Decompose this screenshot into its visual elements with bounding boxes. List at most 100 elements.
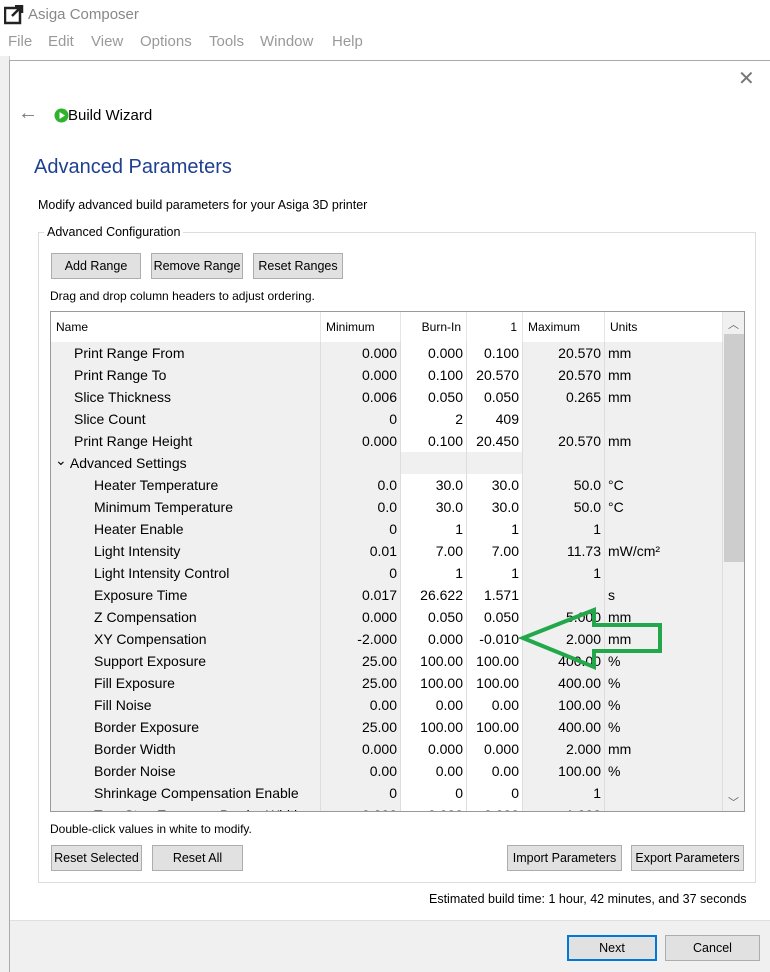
cell-burn[interactable]: 100.00 <box>401 672 467 694</box>
cell-burn[interactable]: 0.000 <box>401 804 467 811</box>
vertical-scrollbar[interactable]: ︿ ﹀ <box>723 312 744 811</box>
cell-burn[interactable]: 100.00 <box>401 650 467 672</box>
scroll-up-icon[interactable]: ︿ <box>728 316 739 332</box>
remove-range-button[interactable]: Remove Range <box>151 253 243 279</box>
cell-burn[interactable]: 0 <box>401 782 467 804</box>
cell-v1[interactable]: 30.0 <box>467 474 523 496</box>
cell-burn[interactable]: 0.00 <box>401 694 467 716</box>
cell-burn[interactable]: 7.00 <box>401 540 467 562</box>
param-label: Shrinkage Compensation Enable <box>94 785 299 801</box>
cell-v1[interactable]: 0.000 <box>467 804 523 811</box>
table-row[interactable]: Fill Exposure 25.00 100.00 100.00 400.00% <box>51 672 723 694</box>
cell-v1[interactable]: 0.050 <box>467 386 523 408</box>
cell-max <box>523 452 605 474</box>
column-header-burn-in[interactable]: Burn-In <box>401 312 467 342</box>
table-row[interactable]: Exposure Time 0.017 26.622 1.571 s <box>51 584 723 606</box>
cell-burn[interactable]: 30.0 <box>401 474 467 496</box>
cell-v1[interactable]: 0.00 <box>467 760 523 782</box>
table-row[interactable]: Print Range Height 0.000 0.100 20.450 20.570… <box>51 430 723 452</box>
cell-burn[interactable]: 0.000 <box>401 628 467 650</box>
chevron-down-icon[interactable]: ⌄ <box>55 452 70 468</box>
reset-all-button[interactable]: Reset All <box>152 845 243 871</box>
menu-file[interactable]: File <box>8 33 32 50</box>
next-button[interactable]: Next <box>567 935 657 961</box>
back-arrow-icon[interactable]: ← <box>18 102 38 125</box>
menu-edit[interactable]: Edit <box>48 33 74 50</box>
cell-burn[interactable]: 1 <box>401 518 467 540</box>
table-row[interactable]: Heater Enable 0 1 1 1 <box>51 518 723 540</box>
add-range-button[interactable]: Add Range <box>51 253 141 279</box>
table-row[interactable]: Light Intensity 0.01 7.00 7.00 11.73 mW/cm² <box>51 540 723 562</box>
table-row[interactable]: Minimum Temperature 0.0 30.0 30.0 50.0 °C <box>51 496 723 518</box>
table-row[interactable]: Heater Temperature 0.0 30.0 30.0 50.0 °C <box>51 474 723 496</box>
menu-tools[interactable]: Tools <box>209 33 244 50</box>
cell-units: mm <box>605 738 723 760</box>
cell-burn[interactable]: 0.000 <box>401 342 467 364</box>
cell-v1[interactable]: 20.570 <box>467 364 523 386</box>
table-row[interactable]: Border Noise 0.00 0.00 0.00 100.00% <box>51 760 723 782</box>
cell-burn[interactable]: 26.622 <box>401 584 467 606</box>
cell-v1[interactable]: 0 <box>467 782 523 804</box>
cell-v1[interactable]: -0.010 <box>467 628 523 650</box>
scroll-down-icon[interactable]: ﹀ <box>728 794 739 810</box>
import-parameters-button[interactable]: Import Parameters <box>507 845 622 871</box>
cell-burn[interactable]: 0.050 <box>401 606 467 628</box>
cell-v1[interactable]: 0.050 <box>467 606 523 628</box>
reset-ranges-button[interactable]: Reset Ranges <box>253 253 343 279</box>
menu-options[interactable]: Options <box>140 33 192 50</box>
menu-help[interactable]: Help <box>332 33 363 50</box>
table-row[interactable]: Print Range To 0.000 0.100 20.570 20.570 mm <box>51 364 723 386</box>
table-row[interactable]: Border Exposure 25.00 100.00 100.00 400.00% <box>51 716 723 738</box>
cell-v1[interactable]: 409 <box>467 408 523 430</box>
close-icon[interactable]: ✕ <box>738 66 755 91</box>
column-header-name[interactable]: Name <box>51 312 321 342</box>
cell-v1[interactable]: 30.0 <box>467 496 523 518</box>
cell-v1[interactable]: 100.00 <box>467 716 523 738</box>
cell-v1[interactable]: 100.00 <box>467 650 523 672</box>
table-row[interactable]: Support Exposure 25.00 100.00 100.00 400.00% <box>51 650 723 672</box>
cell-min: 0 <box>321 782 401 804</box>
cell-v1[interactable]: 100.00 <box>467 672 523 694</box>
table-row[interactable]: Light Intensity Control 0 1 1 1 <box>51 562 723 584</box>
cell-burn[interactable]: 1 <box>401 562 467 584</box>
cell-v1[interactable]: 1 <box>467 518 523 540</box>
column-header-range-1[interactable]: 1 <box>467 312 523 342</box>
cell-v1[interactable]: 7.00 <box>467 540 523 562</box>
table-row[interactable]: Fill Noise 0.00 0.00 0.00 100.00% <box>51 694 723 716</box>
param-label: Print Range Height <box>74 433 193 449</box>
table-row[interactable]: Slice Thickness 0.006 0.050 0.050 0.265 mm <box>51 386 723 408</box>
cell-burn[interactable]: 0.000 <box>401 738 467 760</box>
cell-v1[interactable]: 1 <box>467 562 523 584</box>
export-parameters-button[interactable]: Export Parameters <box>631 845 744 871</box>
cell-burn[interactable]: 0.100 <box>401 364 467 386</box>
table-row[interactable]: ⌄ Advanced Settings <box>51 452 723 474</box>
cell-v1[interactable]: 1.571 <box>467 584 523 606</box>
table-row[interactable]: Z Compensation 0.000 0.050 0.050 5.000 mm <box>51 606 723 628</box>
cell-burn[interactable]: 2 <box>401 408 467 430</box>
cell-v1[interactable]: 20.450 <box>467 430 523 452</box>
cell-v1[interactable]: 0.000 <box>467 738 523 760</box>
table-row[interactable]: Print Range From 0.000 0.000 0.100 20.570 mm <box>51 342 723 364</box>
table-row[interactable]: Border Width 0.000 0.000 0.000 2.000 mm <box>51 738 723 760</box>
reset-selected-button[interactable]: Reset Selected <box>51 845 142 871</box>
cancel-button[interactable]: Cancel <box>665 935 760 961</box>
table-row[interactable]: Shrinkage Compensation Enable 0 0 0 1 <box>51 782 723 804</box>
column-header-units[interactable]: Units <box>605 312 723 342</box>
table-row[interactable]: Two-Step Exposure Border Width0.0000.000… <box>51 804 723 811</box>
scrollbar-thumb[interactable] <box>724 334 744 562</box>
cell-burn[interactable]: 0.050 <box>401 386 467 408</box>
edit-hint: Double-click values in white to modify. <box>50 822 252 836</box>
table-row[interactable]: Slice Count 0 2 409 <box>51 408 723 430</box>
table-row[interactable]: XY Compensation -2.000 0.000 -0.010 2.000 mm <box>51 628 723 650</box>
param-name: Minimum Temperature <box>51 496 321 518</box>
cell-burn[interactable]: 30.0 <box>401 496 467 518</box>
menu-window[interactable]: Window <box>260 33 313 50</box>
cell-v1[interactable]: 0.100 <box>467 342 523 364</box>
cell-burn[interactable]: 0.100 <box>401 430 467 452</box>
cell-burn[interactable]: 100.00 <box>401 716 467 738</box>
cell-burn[interactable]: 0.00 <box>401 760 467 782</box>
column-header-maximum[interactable]: Maximum <box>523 312 605 342</box>
cell-v1[interactable]: 0.00 <box>467 694 523 716</box>
column-header-minimum[interactable]: Minimum <box>321 312 401 342</box>
menu-view[interactable]: View <box>91 33 123 50</box>
